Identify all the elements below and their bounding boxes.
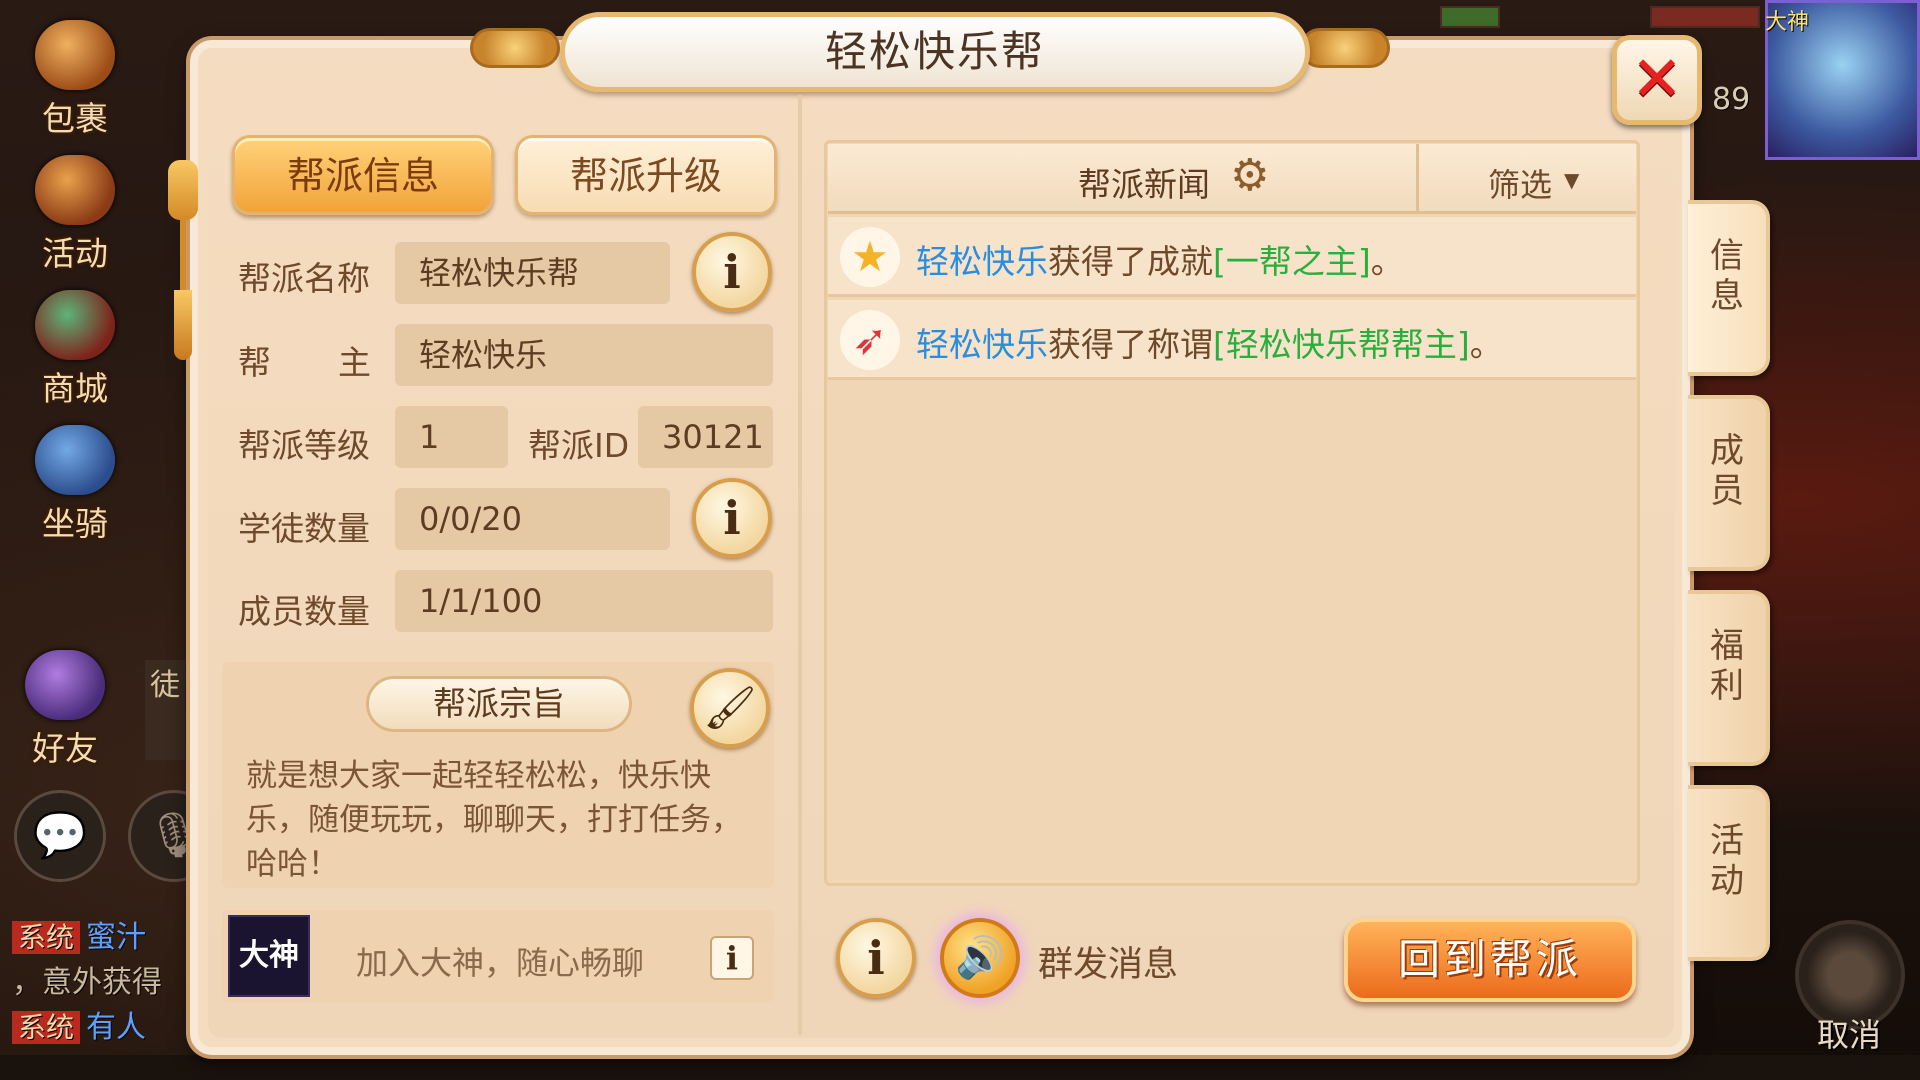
- avatar-tag: 大神: [1765, 10, 1810, 35]
- dashen-prompt[interactable]: 加入大神，随心畅聊: [356, 938, 644, 984]
- leader-label-2: 主: [338, 343, 371, 382]
- dashen-info-button[interactable]: i: [710, 936, 754, 980]
- news-verb: 获得了称谓: [1048, 325, 1213, 364]
- mount-button[interactable]: 坐骑: [20, 425, 130, 545]
- mount-icon: [35, 425, 115, 495]
- title-scroll-right: [1300, 28, 1390, 68]
- news-highlight: [轻松快乐帮帮主]: [1213, 325, 1470, 364]
- activity-label: 活动: [42, 234, 108, 273]
- broadcast-button[interactable]: 🔊: [940, 918, 1020, 998]
- news-verb: 获得了成就: [1048, 242, 1213, 281]
- chat-bubble-button[interactable]: 💬: [14, 790, 106, 882]
- chat-line: 系统 有人: [12, 1002, 146, 1046]
- speaker-icon: 🔊: [955, 935, 1005, 981]
- apprentice-tag[interactable]: 徒: [145, 660, 185, 760]
- panel-title: 轻松快乐帮: [560, 12, 1310, 92]
- news-end: 。: [1469, 325, 1503, 364]
- side-tab-label: 活动: [1710, 821, 1744, 901]
- side-tab-label: 成员: [1710, 431, 1744, 511]
- chat-name[interactable]: 有人: [86, 1010, 146, 1045]
- apprentice-info-button[interactable]: i: [692, 478, 772, 558]
- news-text: 轻松快乐获得了成就[一帮之主]。: [916, 235, 1404, 283]
- dashen-logo[interactable]: 大神: [228, 915, 310, 997]
- motto-title: 帮派宗旨: [366, 676, 632, 732]
- side-tab-members[interactable]: 成员: [1688, 395, 1770, 571]
- tab-guild-upgrade[interactable]: 帮派升级: [515, 135, 777, 215]
- guild-level-label: 帮派等级: [238, 426, 370, 465]
- friends-button[interactable]: 好友: [10, 650, 120, 770]
- guild-id-label: 帮派ID: [528, 426, 630, 465]
- status-bar-spacer: [1440, 6, 1630, 28]
- horn-icon: [35, 155, 115, 225]
- bag-icon: [35, 20, 115, 90]
- side-tab-label: 福利: [1710, 626, 1744, 706]
- news-end: 。: [1370, 242, 1404, 281]
- title-scroll-left: [470, 28, 560, 68]
- info-icon: i: [725, 939, 739, 977]
- guild-id-value: 30121: [638, 406, 773, 468]
- side-tab-welfare[interactable]: 福利: [1688, 590, 1770, 766]
- news-player-name[interactable]: 轻松快乐: [916, 325, 1048, 364]
- friends-label: 好友: [32, 729, 98, 768]
- guild-name-info-button[interactable]: i: [692, 232, 772, 312]
- cancel-button[interactable]: 取消: [1817, 1010, 1881, 1056]
- close-icon: ✕: [1631, 42, 1683, 115]
- news-text: 轻松快乐获得了称谓[轻松快乐帮帮主]。: [916, 318, 1503, 366]
- side-tab-activity[interactable]: 活动: [1688, 785, 1770, 961]
- edit-motto-button[interactable]: 🖌: [690, 668, 770, 748]
- guild-name-label: 帮派名称: [238, 259, 370, 298]
- info-icon: i: [723, 491, 741, 545]
- news-title: 帮派新闻: [1078, 165, 1210, 204]
- news-item: ★ 轻松快乐获得了成就[一帮之主]。: [828, 217, 1636, 297]
- activity-button[interactable]: 活动: [20, 155, 130, 275]
- side-tab-label: 信息: [1710, 236, 1744, 316]
- news-item: ➶ 轻松快乐获得了称谓[轻松快乐帮帮主]。: [828, 300, 1636, 380]
- tassel-decoration: [168, 90, 198, 360]
- chat-name[interactable]: 蜜汁: [86, 920, 146, 955]
- system-tag: 系统: [12, 921, 81, 954]
- leader-label-1: 帮: [238, 343, 271, 382]
- motto-text: 就是想大家一起轻轻松松，快乐快乐，随便玩玩，聊聊天，打打任务，哈哈！: [246, 758, 742, 882]
- shop-label: 商城: [42, 369, 108, 408]
- shop-icon: [35, 290, 115, 360]
- shop-button[interactable]: 商城: [20, 290, 130, 410]
- system-tag: 系统: [12, 1011, 81, 1044]
- bag-label: 包裹: [42, 99, 108, 138]
- chat-line: ，意外获得: [12, 957, 162, 1001]
- star-icon: ★: [840, 227, 900, 287]
- brush-icon: 🖌: [703, 683, 757, 732]
- bag-button[interactable]: 包裹: [20, 20, 130, 140]
- side-tab-info[interactable]: 信息: [1688, 200, 1770, 376]
- chat-line: 系统 蜜汁: [12, 912, 146, 956]
- info-icon: i: [723, 245, 741, 299]
- news-settings-gear-icon[interactable]: ⚙: [1230, 154, 1269, 198]
- apprentice-count-label: 学徒数量: [238, 509, 370, 548]
- member-count-value: 1/1/100: [395, 570, 773, 632]
- guild-level-value: 1: [395, 406, 508, 468]
- hp-bar: [1650, 6, 1760, 28]
- news-header-divider: [1416, 144, 1419, 214]
- close-button[interactable]: ✕: [1612, 35, 1702, 125]
- apprentice-count-value: 0/0/20: [395, 488, 670, 550]
- filter-arrow-icon[interactable]: ▼: [1564, 168, 1579, 192]
- guild-name-value: 轻松快乐帮: [395, 242, 670, 304]
- tab-guild-info[interactable]: 帮派信息: [232, 135, 494, 215]
- news-info-button[interactable]: i: [836, 918, 916, 998]
- member-count-label: 成员数量: [238, 592, 370, 631]
- news-highlight: [一帮之主]: [1213, 242, 1371, 281]
- mount-label: 坐骑: [42, 504, 108, 543]
- player-level: 89: [1712, 82, 1751, 117]
- wing-icon: ➶: [840, 310, 900, 370]
- return-to-guild-button[interactable]: 回到帮派: [1344, 918, 1636, 1002]
- experience-bar: [0, 1055, 1920, 1080]
- column-divider: [798, 95, 802, 1035]
- filter-dropdown[interactable]: 筛选: [1488, 160, 1552, 206]
- info-icon: i: [867, 931, 885, 985]
- chat-text: ，意外获得: [12, 965, 162, 1000]
- leader-value: 轻松快乐: [395, 324, 773, 386]
- chat-bubble-icon: 💬: [32, 810, 88, 861]
- broadcast-label[interactable]: 群发消息: [1038, 936, 1178, 987]
- friends-icon: [25, 650, 105, 720]
- news-player-name[interactable]: 轻松快乐: [916, 242, 1048, 281]
